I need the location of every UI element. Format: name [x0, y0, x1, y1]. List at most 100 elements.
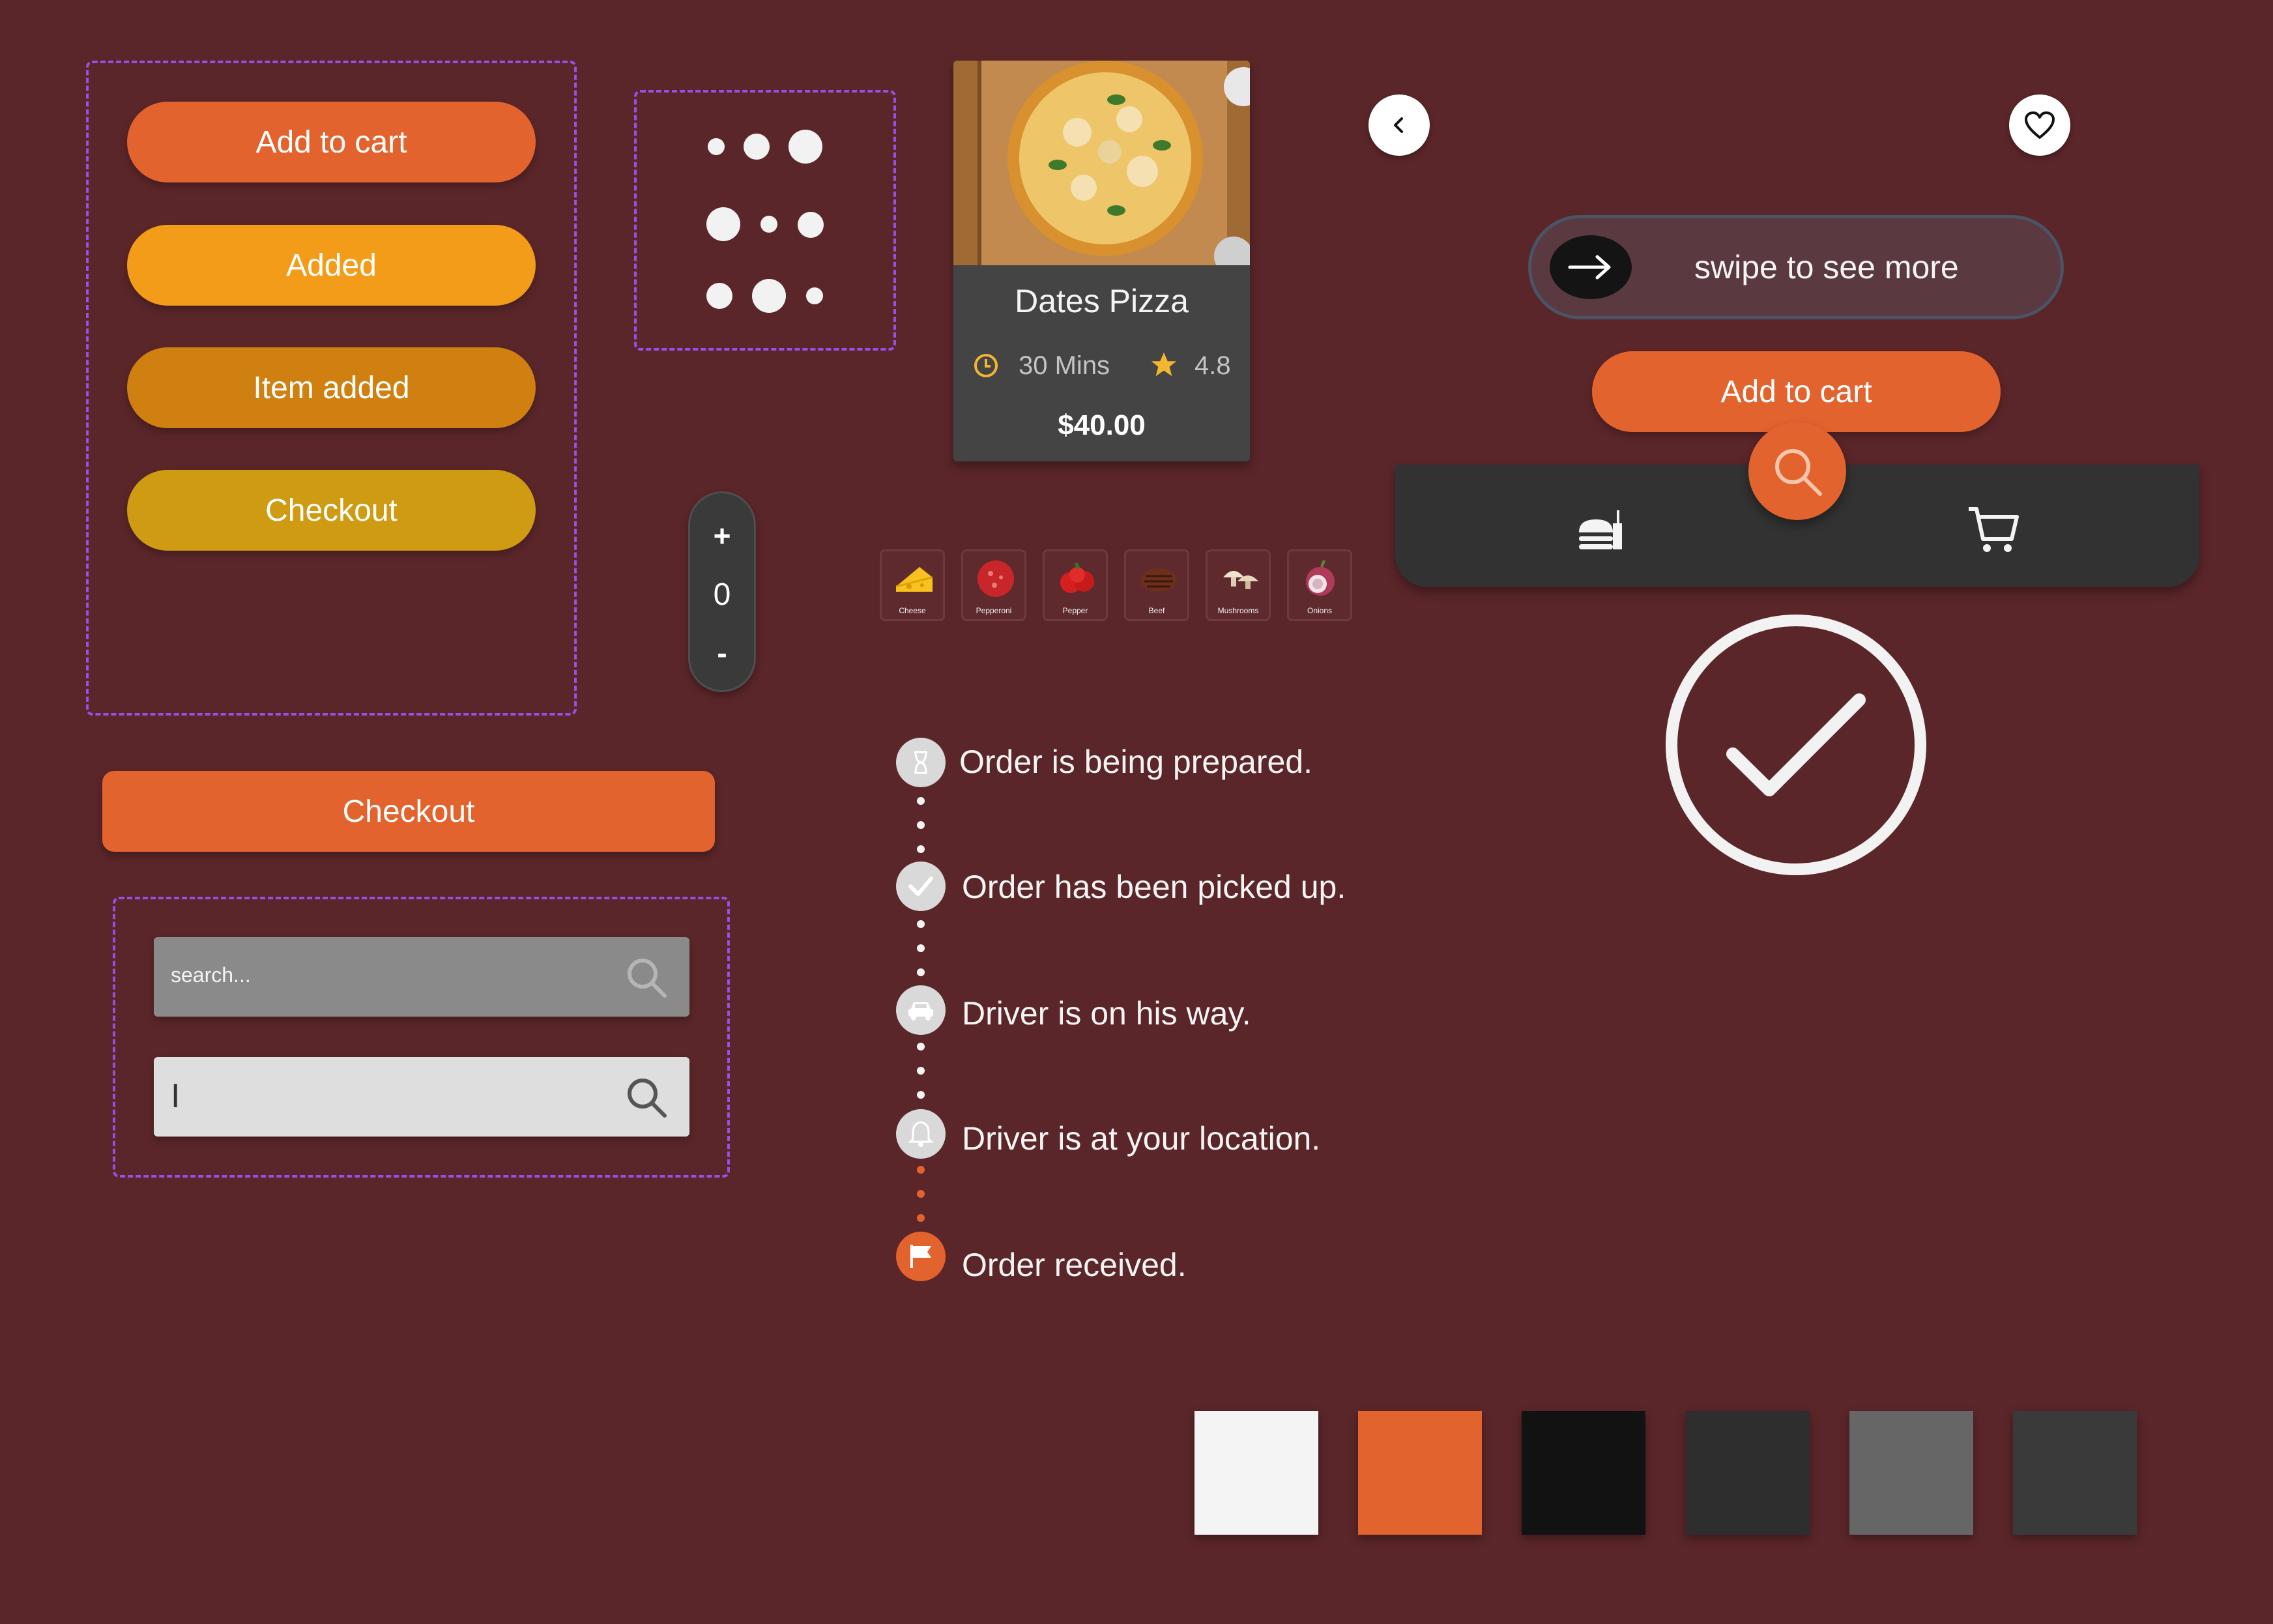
prep-time: 30 Mins [1019, 351, 1110, 380]
timeline-connector-dot [917, 1214, 925, 1222]
ingredient-mushrooms[interactable]: Mushrooms [1206, 549, 1271, 621]
ingredient-pepper[interactable]: Pepper [1043, 549, 1108, 621]
ingredient-label: Beef [1148, 606, 1165, 615]
ingredient-beef[interactable]: Beef [1124, 549, 1189, 621]
loading-dot [706, 283, 732, 309]
timeline-connector-dot [917, 797, 925, 805]
decrement-button[interactable]: - [690, 635, 754, 671]
food-card[interactable]: Dates Pizza 30 Mins 4.8 $40.00 [953, 61, 1250, 461]
loading-dot [760, 216, 777, 233]
chevron-left-icon [1394, 117, 1403, 133]
search-icon[interactable] [623, 1074, 670, 1121]
swatch-orange [1358, 1411, 1482, 1535]
nav-item-menu[interactable] [1575, 504, 1627, 559]
loading-dot [806, 287, 823, 304]
arrow-right-icon [1568, 255, 1611, 280]
nav-item-cart[interactable] [1966, 502, 2021, 560]
pepperoni-icon [977, 560, 1014, 597]
add-to-cart-secondary-button[interactable]: Add to cart [1592, 351, 2001, 432]
timeline-connector-dot [917, 1091, 925, 1099]
timeline-connector-dot [917, 845, 925, 853]
swatch-dark-gray [1686, 1411, 1810, 1535]
loading-dot [744, 134, 770, 160]
car-icon [908, 1002, 933, 1021]
timeline-connector-dot [917, 1166, 925, 1174]
search-fab[interactable] [1748, 422, 1846, 520]
item-added-button[interactable]: Item added [127, 347, 536, 428]
timeline-step-label: Order received. [962, 1247, 1187, 1283]
search-input-idle[interactable]: search... [154, 937, 689, 1017]
cheese-icon [895, 567, 933, 592]
star-icon [1149, 350, 1179, 383]
timeline-step-icon [896, 1232, 946, 1281]
ingredient-pepperoni[interactable]: Pepperoni [961, 549, 1026, 621]
timeline-step-label: Driver is on his way. [962, 995, 1251, 1032]
rating: 4.8 [1194, 351, 1231, 380]
swatch-black [1522, 1411, 1645, 1535]
add-to-cart-button[interactable]: Add to cart [127, 102, 536, 182]
checkout-button-label: Checkout [342, 794, 475, 829]
search-icon [1775, 449, 1822, 496]
added-button[interactable]: Added [127, 225, 536, 306]
cart-icon [1969, 507, 2019, 552]
flag-icon [910, 1245, 931, 1268]
swatch-gray [1849, 1411, 1973, 1535]
heart-icon [2025, 111, 2055, 139]
search-placeholder: search... [171, 963, 251, 987]
price: $40.00 [1058, 409, 1146, 441]
onion-icon [1306, 560, 1335, 596]
increment-button[interactable]: + [690, 518, 754, 553]
back-button[interactable] [1368, 94, 1430, 156]
timeline-connector-dot [917, 1067, 925, 1075]
timeline-step-label: Order has been picked up. [962, 869, 1346, 905]
search-input-active[interactable]: I [154, 1057, 689, 1137]
timeline-step-label: Order is being prepared. [959, 744, 1312, 780]
ingredient-cheese[interactable]: Cheese [880, 549, 945, 621]
timeline-connector-dot [917, 944, 925, 952]
timeline-connector-dot [917, 968, 925, 976]
timeline-step-icon [896, 862, 946, 911]
timeline-connector-dot [917, 920, 925, 928]
timeline-connector-dot [917, 821, 925, 829]
clock-icon [973, 353, 999, 382]
food-menu-icon [1579, 510, 1622, 549]
mushroom-icon [1223, 571, 1258, 589]
swipe-label: swipe to see more [1694, 249, 1959, 285]
timeline-step-icon [896, 738, 946, 787]
pepper-icon [1060, 562, 1094, 593]
timeline-connector-dot [917, 1190, 925, 1198]
beef-icon [1140, 568, 1177, 592]
quantity-stepper: + 0 - [688, 491, 756, 692]
loading-dot [706, 207, 740, 241]
quantity-value: 0 [713, 577, 731, 612]
search-value: I [171, 1077, 181, 1115]
pizza-image [953, 61, 1250, 276]
swipe-handle[interactable] [1550, 235, 1632, 299]
ingredient-label: Pepper [1062, 606, 1088, 615]
ingredient-onions[interactable]: Onions [1287, 549, 1352, 621]
favorite-button[interactable] [2009, 94, 2070, 156]
ingredient-label: Pepperoni [976, 606, 1012, 615]
check-icon [908, 877, 933, 896]
loading-dot [752, 279, 786, 313]
food-name: Dates Pizza [1015, 283, 1189, 319]
loading-dot [789, 130, 822, 164]
loading-dot [708, 138, 725, 155]
hourglass-icon [914, 751, 927, 774]
ingredient-label: Onions [1307, 606, 1333, 615]
bell-icon [908, 1121, 934, 1147]
timeline-step-label: Driver is at your location. [962, 1120, 1321, 1157]
ingredient-label: Mushrooms [1217, 606, 1259, 615]
checkout-button[interactable]: Checkout [102, 771, 715, 852]
swipe-slider[interactable]: swipe to see more [1528, 215, 2064, 319]
checkout-pill-button[interactable]: Checkout [127, 470, 536, 551]
loading-dot [798, 212, 824, 238]
timeline-step-icon [896, 985, 946, 1035]
success-check-icon [1665, 614, 1927, 879]
search-icon[interactable] [623, 954, 670, 1001]
ingredient-label: Cheese [899, 606, 926, 615]
swatch-charcoal [2013, 1411, 2137, 1535]
swatch-white [1194, 1411, 1318, 1535]
timeline-connector-dot [917, 1043, 925, 1051]
timeline-step-icon [896, 1109, 946, 1159]
